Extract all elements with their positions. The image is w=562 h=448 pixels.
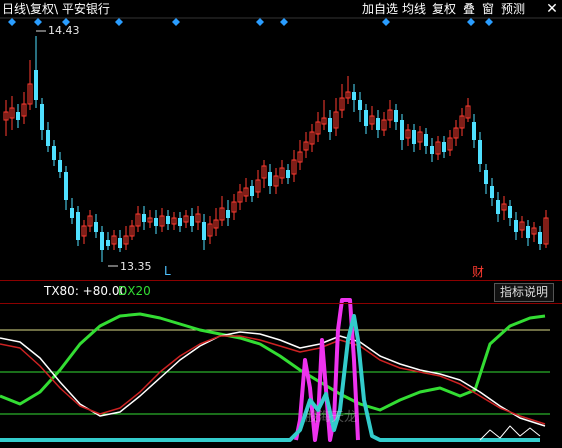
watermark-text: 股海天龙 [305, 410, 358, 425]
dx-label: DX20 [118, 284, 151, 298]
candle-body-down [250, 186, 254, 196]
candle-body-down [70, 208, 74, 218]
candle-body-down [154, 218, 158, 226]
candle-body-down [46, 130, 50, 146]
candle-body-down [514, 220, 518, 232]
candle-body-down [352, 92, 356, 100]
candle-body-down [100, 232, 104, 250]
candle-body-down [118, 238, 122, 248]
candle-body-down [328, 118, 332, 132]
event-diamond-icon [485, 18, 493, 26]
candle-body-down [40, 104, 44, 130]
candle-body-down [202, 222, 206, 240]
white-oscillator-line [0, 331, 546, 427]
candle-body-down [76, 212, 80, 240]
event-diamond-icon [172, 18, 180, 26]
candle-body-down [472, 122, 476, 140]
indicator-help-button[interactable]: 指标说明 [493, 283, 554, 302]
candle-body-down [400, 120, 404, 140]
indicator-header: TX80: +80.00 DX20 指标说明 [0, 280, 562, 304]
candle-body-down [190, 216, 194, 226]
stock-chart-window: 日线\复权\ 平安银行 加自选 均线 复权 叠 窗 预测 ✕ 14.43 13.… [0, 0, 562, 448]
candle-body-down [94, 222, 98, 232]
candle-body-down [376, 118, 380, 130]
event-diamond-icon [280, 18, 288, 26]
event-diamond-icon [115, 18, 123, 26]
candle-body-down [478, 140, 482, 164]
marker-l: L [164, 264, 171, 278]
candle-body-down [364, 110, 368, 126]
candle-body-down [178, 218, 182, 226]
red-oscillator-line [0, 335, 546, 425]
candle-body-down [64, 172, 68, 200]
candle-body-down [508, 206, 512, 218]
green-oscillator-line [0, 312, 546, 412]
candle-body-down [538, 232, 542, 244]
low-price-label: 13.35 [120, 260, 152, 273]
chart-canvas [0, 17, 562, 442]
candle-body-down [52, 146, 56, 160]
candle-body-down [142, 214, 146, 222]
tx-label: TX80: +80.00 [44, 284, 128, 298]
candle-body-down [106, 240, 110, 246]
candle-body-down [16, 112, 20, 120]
candle-body-down [286, 170, 290, 178]
event-diamond-icon [34, 18, 42, 26]
event-diamond-icon [382, 18, 390, 26]
candle-body-down [496, 200, 500, 214]
candle-body-down [442, 142, 446, 152]
high-price-label: 14.43 [48, 24, 80, 37]
candle-body-down [484, 170, 488, 184]
candle-body-down [34, 70, 38, 100]
event-diamond-icon [467, 18, 475, 26]
candle-body-down [268, 172, 272, 186]
candle-body-down [424, 134, 428, 146]
candle-body-down [166, 216, 170, 224]
finance-marker[interactable]: 财 [472, 263, 484, 280]
candle-body-down [358, 100, 362, 110]
white-small-wiggle [479, 425, 541, 441]
event-diamond-icon [256, 18, 264, 26]
cyan-spike-line [0, 314, 540, 442]
candle-body-down [526, 226, 530, 238]
candle-body-down [490, 186, 494, 198]
candle-body-down [58, 160, 62, 172]
event-diamond-icon [8, 18, 16, 26]
candle-body-down [226, 210, 230, 218]
candle-body-down [430, 146, 434, 154]
candle-body-down [412, 130, 416, 144]
candle-body-down [394, 110, 398, 122]
